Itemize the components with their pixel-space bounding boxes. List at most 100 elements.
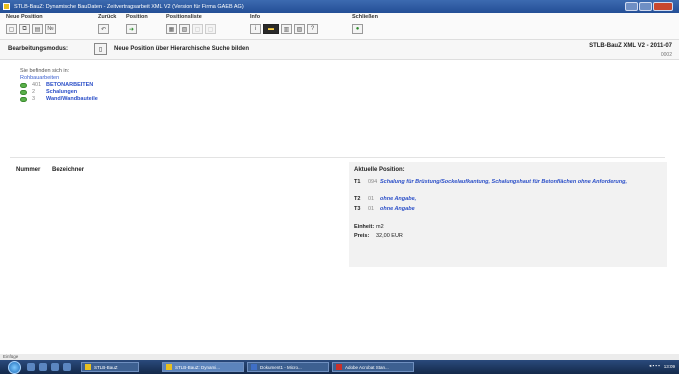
toolbar-group-label: Position [126,14,148,20]
text-row-t2: T2 01 ohne Angabe, [354,196,650,203]
quick-launch [27,363,71,371]
current-position-panel: Aktuelle Position: T1 094 Schalung für B… [349,162,667,267]
toolbar-group-label: Zurück [98,14,117,20]
breadcrumb-item-number: 401 [32,82,42,88]
row-value-link[interactable]: ohne Angabe, [380,196,650,203]
toolbar: Neue Position ▢ ⧉ ▤ № Zurück ↶ Position … [0,13,679,39]
green-dot-icon [20,83,27,88]
quick-launch-icon[interactable] [27,363,35,371]
breadcrumb-item-label[interactable]: Schalungen [46,89,77,96]
window-close-button[interactable] [653,2,673,11]
app-icon [166,364,172,370]
toolbar-group-label: Positionsliste [166,14,202,20]
breadcrumb-item[interactable]: 401 BETONARBEITEN [20,82,98,89]
unit-label: Einheit: [354,224,375,230]
toolbar-group-position: Position ➜ [126,14,148,34]
row-value-link[interactable]: ohne Angabe [380,206,650,213]
text-row-t1: T1 094 Schalung für Brüstung/Sockelaufka… [354,179,650,186]
start-button[interactable] [8,360,21,374]
window-title: STLB-BauZ: Dynamische BauDaten - Zeitver… [14,3,244,10]
price-value: 32,00 EUR [376,233,403,239]
system-tray: ◂ ▪ ▪ ▪ 13:09 [649,363,675,369]
liste-add-icon[interactable]: ▧ [179,24,190,34]
row-value-link[interactable]: Schalung für Brüstung/Sockelaufkantung, … [380,179,650,186]
row-code: 01 [368,206,375,212]
undo-icon[interactable]: ↶ [98,24,109,34]
toolbar-group-positionsliste: Positionsliste ▦ ▧ ▢ ▢ [166,14,216,34]
divider [10,157,665,158]
toolbar-group-schliessen: Schließen ● [352,14,378,34]
windows-taskbar: STLB-BauZ STLB-BauZ: Dynami... Dokument1… [0,360,679,374]
breadcrumb-item[interactable]: 3 Wand/Wandbauteile [20,96,98,103]
status-text: Einfüge [3,354,19,359]
taskbar-task-label: Adobe Acrobat Stan... [345,364,389,370]
doc-icon[interactable]: ▥ [281,24,292,34]
column-header-name[interactable]: Bezeichner [52,167,84,173]
position-list-header: Nummer Bezeichner [16,167,94,173]
breadcrumb-item[interactable]: 2 Schalungen [20,89,98,96]
taskbar-task-active[interactable]: STLB-BauZ: Dynami... [162,362,244,372]
breadcrumb-item-label[interactable]: Wand/Wandbauteile [46,96,98,103]
unit-row: Einheit: m2 [354,224,384,230]
version-label: STLB-BauZ XML V2 - 2011-07 [589,43,672,49]
liste-icon[interactable]: ▦ [166,24,177,34]
mode-text: Neue Position über Hierarchische Suche b… [114,46,250,52]
hierarchy-breadcrumb: Sie befinden sich in: Rohbauarbeiten 401… [20,68,98,103]
row-code: 094 [368,179,378,185]
help-icon[interactable]: ? [307,24,318,34]
green-dot-icon [20,97,27,102]
toolbar-group-label: Neue Position [6,14,43,20]
maximize-button[interactable] [639,2,652,11]
toolbar-group-label: Schließen [352,14,378,20]
position-icon[interactable]: ➜ [126,24,137,34]
taskbar-task[interactable]: STLB-BauZ [81,362,139,372]
lizenz-icon[interactable]: ▬ [263,24,279,34]
clock[interactable]: 13:09 [664,364,675,369]
app-icon [85,364,91,370]
window-controls [625,2,673,11]
toolbar-group-zurueck: Zurück ↶ [98,14,116,34]
breadcrumb-root-link[interactable]: Rohbauarbeiten [20,75,98,82]
liste-dim-icon[interactable]: ▢ [192,24,203,34]
nr-icon[interactable]: № [45,24,56,34]
acrobat-icon [336,364,342,370]
liste-dim2-icon[interactable]: ▢ [205,24,216,34]
quick-launch-icon[interactable] [39,363,47,371]
mode-label: Bearbeitungsmodus: [8,46,69,52]
kopie-icon[interactable]: ⧉ [19,24,30,34]
breadcrumb-item-number: 3 [32,96,36,102]
text-icon[interactable]: ▤ [32,24,43,34]
quick-launch-icon[interactable] [51,363,59,371]
taskbar-task-label: STLB-BauZ [94,364,118,370]
row-code: 01 [368,196,375,202]
window-titlebar: STLB-BauZ: Dynamische BauDaten - Zeitver… [0,0,679,13]
taskbar-task[interactable]: Dokument1 - Micro... [247,362,329,372]
price-row: Preis: 32,00 EUR [354,233,403,239]
neu-icon[interactable]: ▢ [6,24,17,34]
minimize-button[interactable] [625,2,638,11]
app-icon [3,3,10,10]
current-position-heading: Aktuelle Position: [354,167,405,173]
close-icon[interactable]: ● [352,24,363,34]
text-row-t3: T3 01 ohne Angabe [354,206,650,213]
taskbar-task-label: Dokument1 - Micro... [260,364,302,370]
mode-document-icon[interactable]: ▯ [94,43,107,55]
version-subnumber: 0002 [660,52,672,58]
green-dot-icon [20,90,27,95]
word-icon [251,364,257,370]
row-label: T3 [354,206,361,212]
column-header-number[interactable]: Nummer [16,167,40,173]
taskbar-task[interactable]: Adobe Acrobat Stan... [332,362,414,372]
tray-icons[interactable]: ◂ ▪ ▪ ▪ [649,363,660,369]
toolbar-group-info: Info i ▬ ▥ ▨ ? [250,14,318,34]
unit-value: m2 [376,224,384,230]
row-label: T2 [354,196,361,202]
quick-launch-icon[interactable] [63,363,71,371]
toolbar-group-label: Info [250,14,261,20]
chart-icon[interactable]: ▨ [294,24,305,34]
breadcrumb-item-label[interactable]: BETONARBEITEN [46,82,93,89]
toolbar-group-neue-position: Neue Position ▢ ⧉ ▤ № [6,14,56,34]
row-label: T1 [354,179,361,185]
info-icon[interactable]: i [250,24,261,34]
breadcrumb-item-number: 2 [32,89,36,95]
